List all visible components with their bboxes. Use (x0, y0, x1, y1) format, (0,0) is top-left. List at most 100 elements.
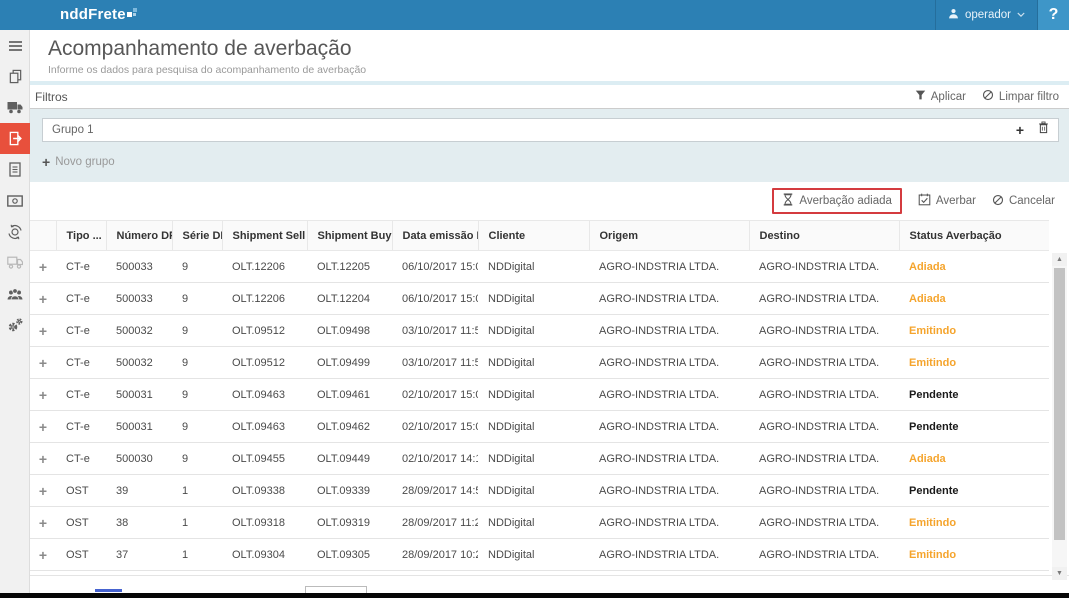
column-header-data[interactable]: Data emissão DPS (392, 220, 479, 251)
column-header-destino[interactable]: Destino (749, 220, 900, 251)
cell-numero: 500030 (106, 442, 172, 475)
expand-row-button[interactable]: + (30, 346, 56, 379)
active-page-indicator[interactable] (95, 589, 122, 592)
expand-row-button[interactable]: + (30, 506, 56, 539)
expand-row-button[interactable]: + (30, 410, 56, 443)
sidebar-item-reports[interactable] (0, 154, 30, 185)
sidebar-item-documents[interactable] (0, 61, 30, 92)
column-header-buy[interactable]: Shipment Buy (307, 220, 393, 251)
money-icon (7, 194, 23, 207)
sidebar-item-payments[interactable] (0, 185, 30, 216)
cell-data: 06/10/2017 15:07 (392, 282, 478, 315)
page-header: Acompanhamento de averbação Informe os d… (30, 30, 1069, 79)
cancelar-button[interactable]: Cancelar (992, 194, 1055, 209)
page-subtitle: Informe os dados para pesquisa do acompa… (48, 64, 367, 76)
sidebar-item-settings[interactable] (0, 309, 30, 340)
expand-row-button[interactable]: + (30, 314, 56, 347)
cell-data: 03/10/2017 11:59 (392, 346, 478, 379)
sidebar-item-vehicles[interactable] (0, 247, 30, 278)
column-header-status[interactable]: Status Averbação (899, 220, 1049, 251)
cell-origem: AGRO-INDSTRIA LTDA. (589, 474, 749, 507)
cell-status: Adiada (899, 282, 1049, 315)
expand-row-button[interactable]: + (30, 538, 56, 571)
cell-status: Emitindo (899, 506, 1049, 539)
scroll-up-arrow[interactable]: ▲ (1052, 253, 1067, 266)
expand-row-button[interactable]: + (30, 378, 56, 411)
cell-status: Adiada (899, 250, 1049, 283)
help-icon: ? (1048, 6, 1059, 23)
cancelar-label: Cancelar (1008, 195, 1055, 207)
cell-origem: AGRO-INDSTRIA LTDA. (589, 314, 749, 347)
table-row: + CT-e 500032 9 OLT.09512 OLT.09498 03/10/2017… (30, 314, 1049, 347)
sidebar-item-freight[interactable] (0, 92, 30, 123)
table-vertical-scrollbar[interactable]: ▲ ▼ (1052, 253, 1067, 580)
delete-group-button[interactable] (1038, 121, 1049, 139)
cell-buy: OLT.09449 (307, 442, 392, 475)
cell-cliente: NDDigital (478, 442, 589, 475)
add-filter-button[interactable]: + (1016, 123, 1024, 137)
help-button[interactable]: ? (1038, 0, 1069, 30)
new-group-button[interactable]: + Novo grupo (42, 155, 1059, 169)
cell-cliente: NDDigital (478, 474, 589, 507)
cell-numero: 39 (106, 474, 172, 507)
calendar-check-icon (918, 193, 931, 209)
cell-data: 28/09/2017 10:23 (392, 538, 478, 571)
truck-outline-icon (7, 256, 23, 269)
cell-tipo: CT-e (56, 442, 106, 475)
cell-buy: OLT.09339 (307, 474, 392, 507)
expand-row-button[interactable]: + (30, 282, 56, 315)
cell-destino: AGRO-INDSTRIA LTDA. (749, 282, 899, 315)
column-header-numero[interactable]: Número DPS (106, 220, 173, 251)
filter-group-bar[interactable]: Grupo 1 + (42, 118, 1059, 142)
user-menu-button[interactable]: operador (934, 0, 1038, 30)
sidebar-item-billing[interactable] (0, 216, 30, 247)
clear-filter-button[interactable]: Limpar filtro (982, 89, 1059, 104)
app-logo-text: nddFrete (60, 6, 126, 23)
column-header-expand[interactable] (30, 220, 57, 251)
expand-row-button[interactable]: + (30, 474, 56, 507)
cell-status: Pendente (899, 474, 1049, 507)
column-header-origem[interactable]: Origem (589, 220, 750, 251)
cell-numero: 38 (106, 506, 172, 539)
cell-sell: OLT.12206 (222, 282, 307, 315)
averbar-button[interactable]: Averbar (918, 193, 976, 209)
cell-sell: OLT.09463 (222, 410, 307, 443)
apply-filter-label: Aplicar (930, 90, 966, 103)
menu-toggle-button[interactable] (0, 30, 30, 61)
cell-numero: 500031 (106, 378, 172, 411)
cell-serie: 1 (172, 538, 222, 571)
cell-sell: OLT.09463 (222, 378, 307, 411)
expand-row-button[interactable]: + (30, 442, 56, 475)
cell-serie: 9 (172, 314, 222, 347)
column-header-sell[interactable]: Shipment Sell (222, 220, 308, 251)
cell-origem: AGRO-INDSTRIA LTDA. (589, 282, 749, 315)
cell-origem: AGRO-INDSTRIA LTDA. (589, 378, 749, 411)
currency-sync-icon (7, 224, 23, 240)
sidebar-item-users[interactable] (0, 278, 30, 309)
top-header-bar: nddFrete operador ? (0, 0, 1069, 30)
cell-cliente: NDDigital (478, 282, 589, 315)
scrollbar-thumb[interactable] (1054, 268, 1065, 540)
column-header-serie[interactable]: Série DPS (172, 220, 223, 251)
cell-destino: AGRO-INDSTRIA LTDA. (749, 474, 899, 507)
sidebar-item-averbacao[interactable] (0, 123, 30, 154)
table-row: + CT-e 500033 9 OLT.12206 OLT.12204 06/10/2017… (30, 282, 1049, 315)
cell-tipo: OST (56, 506, 106, 539)
pagination-bar (0, 575, 1069, 594)
table-row: + CT-e 500031 9 OLT.09463 OLT.09462 02/10/2017… (30, 410, 1049, 443)
cell-tipo: OST (56, 538, 106, 571)
averbacao-adiada-button[interactable]: Averbação adiada (772, 188, 902, 214)
main-content: Acompanhamento de averbação Informe os d… (30, 30, 1069, 598)
cell-status: Emitindo (899, 538, 1049, 571)
document-export-icon (7, 131, 23, 146)
column-header-cliente[interactable]: Cliente (478, 220, 590, 251)
clear-filter-label: Limpar filtro (998, 90, 1059, 103)
averbacao-adiada-label: Averbação adiada (799, 195, 892, 207)
apply-filter-button[interactable]: Aplicar (915, 89, 966, 104)
scroll-down-arrow[interactable]: ▼ (1052, 567, 1067, 580)
cell-status: Emitindo (899, 346, 1049, 379)
expand-row-button[interactable]: + (30, 250, 56, 283)
cell-status: Adiada (899, 442, 1049, 475)
column-header-tipo[interactable]: Tipo ... (56, 220, 107, 251)
logo-squares-icon (126, 5, 137, 23)
